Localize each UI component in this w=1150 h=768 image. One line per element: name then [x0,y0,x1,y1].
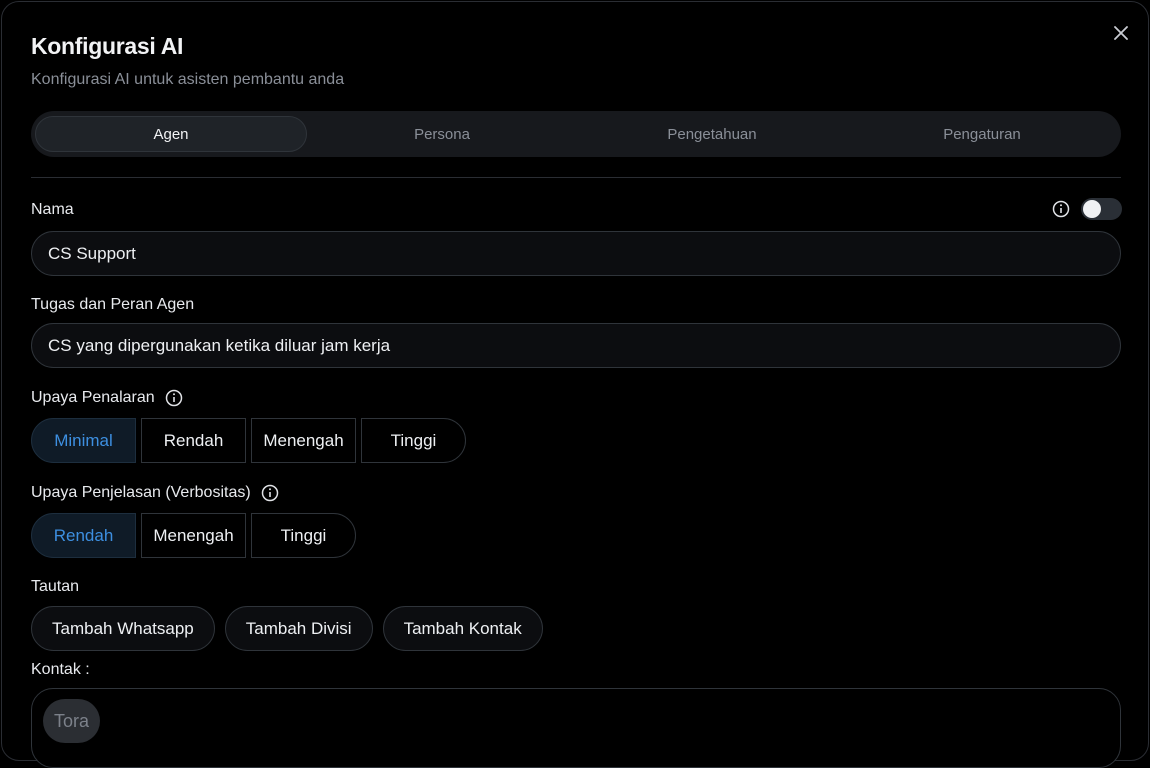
name-label: Nama [31,201,74,219]
info-icon[interactable] [261,484,279,502]
reasoning-label: Upaya Penalaran [31,389,183,407]
verbosity-option-rendah[interactable]: Rendah [31,513,136,558]
tab-bar: Agen Persona Pengetahuan Pengaturan [31,111,1121,157]
contacts-label-text: Kontak : [31,661,90,678]
add-contact-button[interactable]: Tambah Kontak [382,606,543,651]
role-input[interactable]: CS yang dipergunakan ketika diluar jam k… [31,323,1121,368]
add-division-button[interactable]: Tambah Divisi [224,606,373,651]
name-input[interactable]: CS Support [31,231,1121,276]
reasoning-segmented-control: Minimal Rendah Menengah Tinggi [31,418,466,463]
verbosity-segmented-control: Rendah Menengah Tinggi [31,513,356,558]
role-label: Tugas dan Peran Agen [31,296,194,314]
reasoning-option-tinggi[interactable]: Tinggi [361,418,466,463]
toggle-knob [1083,200,1101,218]
links-button-row: Tambah Whatsapp Tambah Divisi Tambah Kon… [31,606,543,651]
reasoning-option-minimal[interactable]: Minimal [31,418,136,463]
name-toggle[interactable] [1081,198,1122,220]
info-icon[interactable] [1052,200,1070,218]
role-label-text: Tugas dan Peran Agen [31,296,195,313]
verbosity-option-menengah[interactable]: Menengah [141,513,246,558]
contacts-box[interactable]: Tora [31,688,1121,768]
links-label-text: Tautan [31,578,80,595]
tab-agen[interactable]: Agen [35,116,307,152]
tab-pengetahuan[interactable]: Pengetahuan [577,116,847,152]
verbosity-label-text: Upaya Penjelasan (Verbositas) [31,484,251,501]
divider [31,177,1121,178]
close-button[interactable] [1110,22,1132,44]
links-label: Tautan [31,578,79,596]
add-whatsapp-button[interactable]: Tambah Whatsapp [31,606,215,651]
reasoning-option-menengah[interactable]: Menengah [251,418,356,463]
name-label-text: Nama [31,201,74,218]
close-icon [1114,26,1128,40]
reasoning-option-rendah[interactable]: Rendah [141,418,246,463]
verbosity-label: Upaya Penjelasan (Verbositas) [31,484,279,502]
contacts-label: Kontak : [31,661,90,679]
tab-persona[interactable]: Persona [307,116,577,152]
dialog-subtitle: Konfigurasi AI untuk asisten pembantu an… [31,71,345,88]
verbosity-option-tinggi[interactable]: Tinggi [251,513,356,558]
info-icon[interactable] [165,389,183,407]
ai-config-dialog: Konfigurasi AI Konfigurasi AI untuk asis… [1,1,1149,768]
reasoning-label-text: Upaya Penalaran [31,389,155,406]
dialog-title: Konfigurasi AI [31,33,184,59]
tab-pengaturan[interactable]: Pengaturan [847,116,1117,152]
contact-chip[interactable]: Tora [43,699,101,743]
